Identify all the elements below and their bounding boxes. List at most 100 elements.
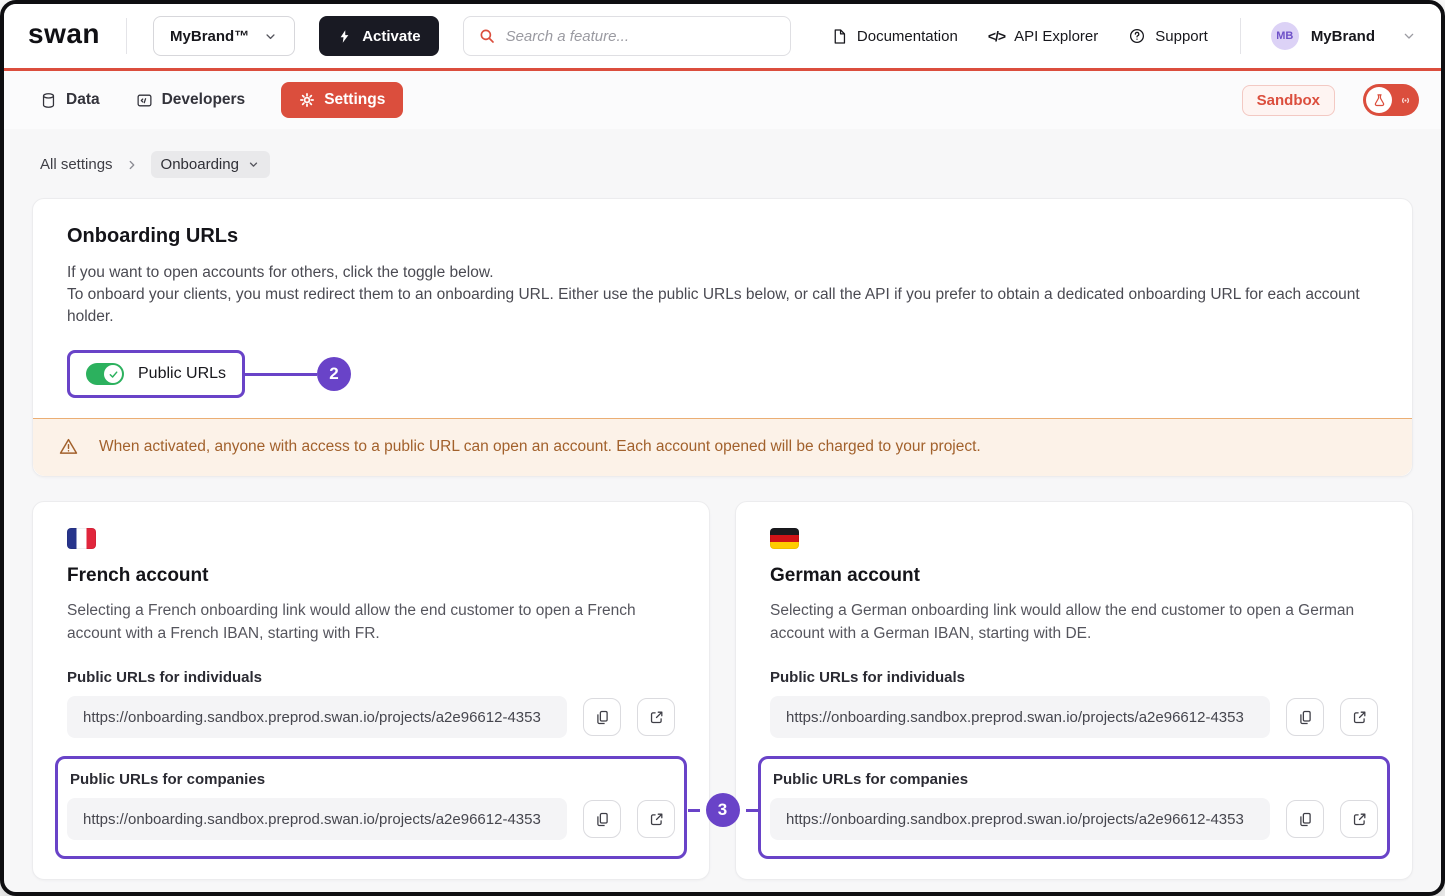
breadcrumb-current-label: Onboarding — [161, 156, 239, 173]
external-link-icon — [1351, 709, 1368, 726]
annotation-box-2: Public URLs — [67, 350, 245, 398]
annotation-dash — [688, 809, 700, 812]
german-account-card: German account Selecting a German onboar… — [735, 501, 1413, 880]
warning-banner: When activated, anyone with access to a … — [33, 418, 1412, 476]
open-link-button[interactable] — [1340, 698, 1378, 736]
external-link-icon — [648, 811, 665, 828]
search-icon — [478, 27, 496, 45]
french-companies-url-input[interactable] — [67, 798, 567, 840]
lightning-icon — [337, 29, 352, 44]
french-companies-label: Public URLs for companies — [70, 771, 675, 788]
french-account-title: French account — [67, 565, 675, 587]
support-label: Support — [1155, 28, 1208, 45]
tab-data[interactable]: Data — [40, 82, 100, 118]
german-companies-label: Public URLs for companies — [773, 771, 1378, 788]
environment-controls: Sandbox — [1242, 84, 1419, 116]
gear-icon — [299, 92, 315, 108]
divider — [126, 18, 127, 54]
copy-icon — [594, 811, 611, 828]
tab-developers[interactable]: Developers — [136, 82, 246, 118]
flask-icon — [1366, 87, 1392, 113]
project-navbar: Data Developers Settings Sandbox — [4, 71, 1441, 129]
warning-text: When activated, anyone with access to a … — [99, 438, 981, 456]
german-individuals-url-row — [770, 696, 1378, 738]
german-companies-url-input[interactable] — [770, 798, 1270, 840]
annotation-connector — [245, 373, 317, 376]
external-link-icon — [648, 709, 665, 726]
open-link-button[interactable] — [637, 698, 675, 736]
annotation-dash — [746, 809, 758, 812]
documentation-label: Documentation — [857, 28, 958, 45]
chevron-down-icon — [1401, 28, 1417, 44]
french-flag-icon — [67, 528, 96, 549]
breadcrumb-onboarding-dropdown[interactable]: Onboarding — [151, 151, 270, 178]
german-flag-icon — [770, 528, 799, 549]
intro-line-2: To onboard your clients, you must redire… — [67, 284, 1378, 328]
app-window: swan MyBrand™ Activate D — [0, 0, 1445, 896]
intro-line-1: If you want to open accounts for others,… — [67, 262, 1378, 284]
avatar: MB — [1271, 22, 1299, 50]
german-account-description: Selecting a German onboarding link would… — [770, 599, 1370, 645]
copy-icon — [594, 709, 611, 726]
header-links: Documentation </> API Explorer Support M… — [831, 18, 1417, 54]
api-explorer-label: API Explorer — [1014, 28, 1098, 45]
live-icon — [1394, 92, 1416, 109]
brand-selector[interactable]: MyBrand™ — [153, 16, 295, 56]
documentation-link[interactable]: Documentation — [831, 28, 958, 45]
annotation-box-3-german: Public URLs for companies — [758, 756, 1390, 859]
search-input[interactable] — [506, 28, 776, 45]
divider — [1240, 18, 1241, 54]
activate-button-label: Activate — [362, 28, 420, 45]
breadcrumb: All settings Onboarding — [40, 151, 1413, 178]
swan-logo: swan — [28, 18, 100, 54]
public-urls-toggle[interactable] — [86, 363, 124, 385]
chevron-down-icon — [263, 29, 278, 44]
annotation-box-3-french: Public URLs for companies — [55, 756, 687, 859]
copy-icon — [1297, 811, 1314, 828]
german-individuals-url-input[interactable] — [770, 696, 1270, 738]
tab-settings-label: Settings — [324, 91, 385, 109]
public-urls-toggle-row: Public URLs 2 — [67, 350, 1378, 398]
onboarding-urls-card: Onboarding URLs If you want to open acco… — [32, 198, 1413, 477]
support-link[interactable]: Support — [1128, 27, 1208, 45]
open-link-button[interactable] — [637, 800, 675, 838]
annotation-step-3-group: 3 — [688, 793, 758, 827]
french-individuals-url-input[interactable] — [67, 696, 567, 738]
copy-button[interactable] — [583, 698, 621, 736]
toggle-label: Public URLs — [138, 365, 226, 383]
code-icon: </> — [988, 28, 1005, 44]
warning-icon — [58, 436, 79, 457]
environment-toggle[interactable] — [1363, 84, 1419, 116]
feature-search — [463, 16, 791, 56]
activate-button[interactable]: Activate — [319, 16, 438, 56]
french-individuals-label: Public URLs for individuals — [67, 669, 675, 686]
tab-data-label: Data — [66, 91, 100, 109]
copy-button[interactable] — [583, 800, 621, 838]
account-menu[interactable]: MB MyBrand — [1271, 22, 1417, 50]
tab-developers-label: Developers — [162, 91, 246, 109]
account-cards-row: French account Selecting a French onboar… — [32, 501, 1413, 880]
annotation-step-2: 2 — [317, 357, 351, 391]
top-header: swan MyBrand™ Activate D — [4, 4, 1441, 68]
tab-settings[interactable]: Settings — [281, 82, 403, 118]
open-link-button[interactable] — [1340, 800, 1378, 838]
brand-selector-label: MyBrand™ — [170, 28, 249, 45]
external-link-icon — [1351, 811, 1368, 828]
api-explorer-link[interactable]: </> API Explorer — [988, 28, 1098, 45]
document-icon — [831, 28, 848, 45]
chevron-down-icon — [247, 158, 260, 171]
german-companies-url-row — [770, 798, 1378, 840]
account-name: MyBrand — [1311, 28, 1375, 45]
page-content: All settings Onboarding Onboarding URLs … — [4, 129, 1441, 892]
sandbox-badge: Sandbox — [1242, 85, 1335, 116]
copy-button[interactable] — [1286, 698, 1324, 736]
german-individuals-label: Public URLs for individuals — [770, 669, 1378, 686]
toggle-check-icon — [104, 365, 122, 383]
french-individuals-url-row — [67, 696, 675, 738]
page-title: Onboarding URLs — [67, 225, 1378, 248]
copy-button[interactable] — [1286, 800, 1324, 838]
database-icon — [40, 92, 57, 109]
german-account-title: German account — [770, 565, 1378, 587]
annotation-step-3: 3 — [706, 793, 740, 827]
breadcrumb-all-settings[interactable]: All settings — [40, 156, 113, 173]
